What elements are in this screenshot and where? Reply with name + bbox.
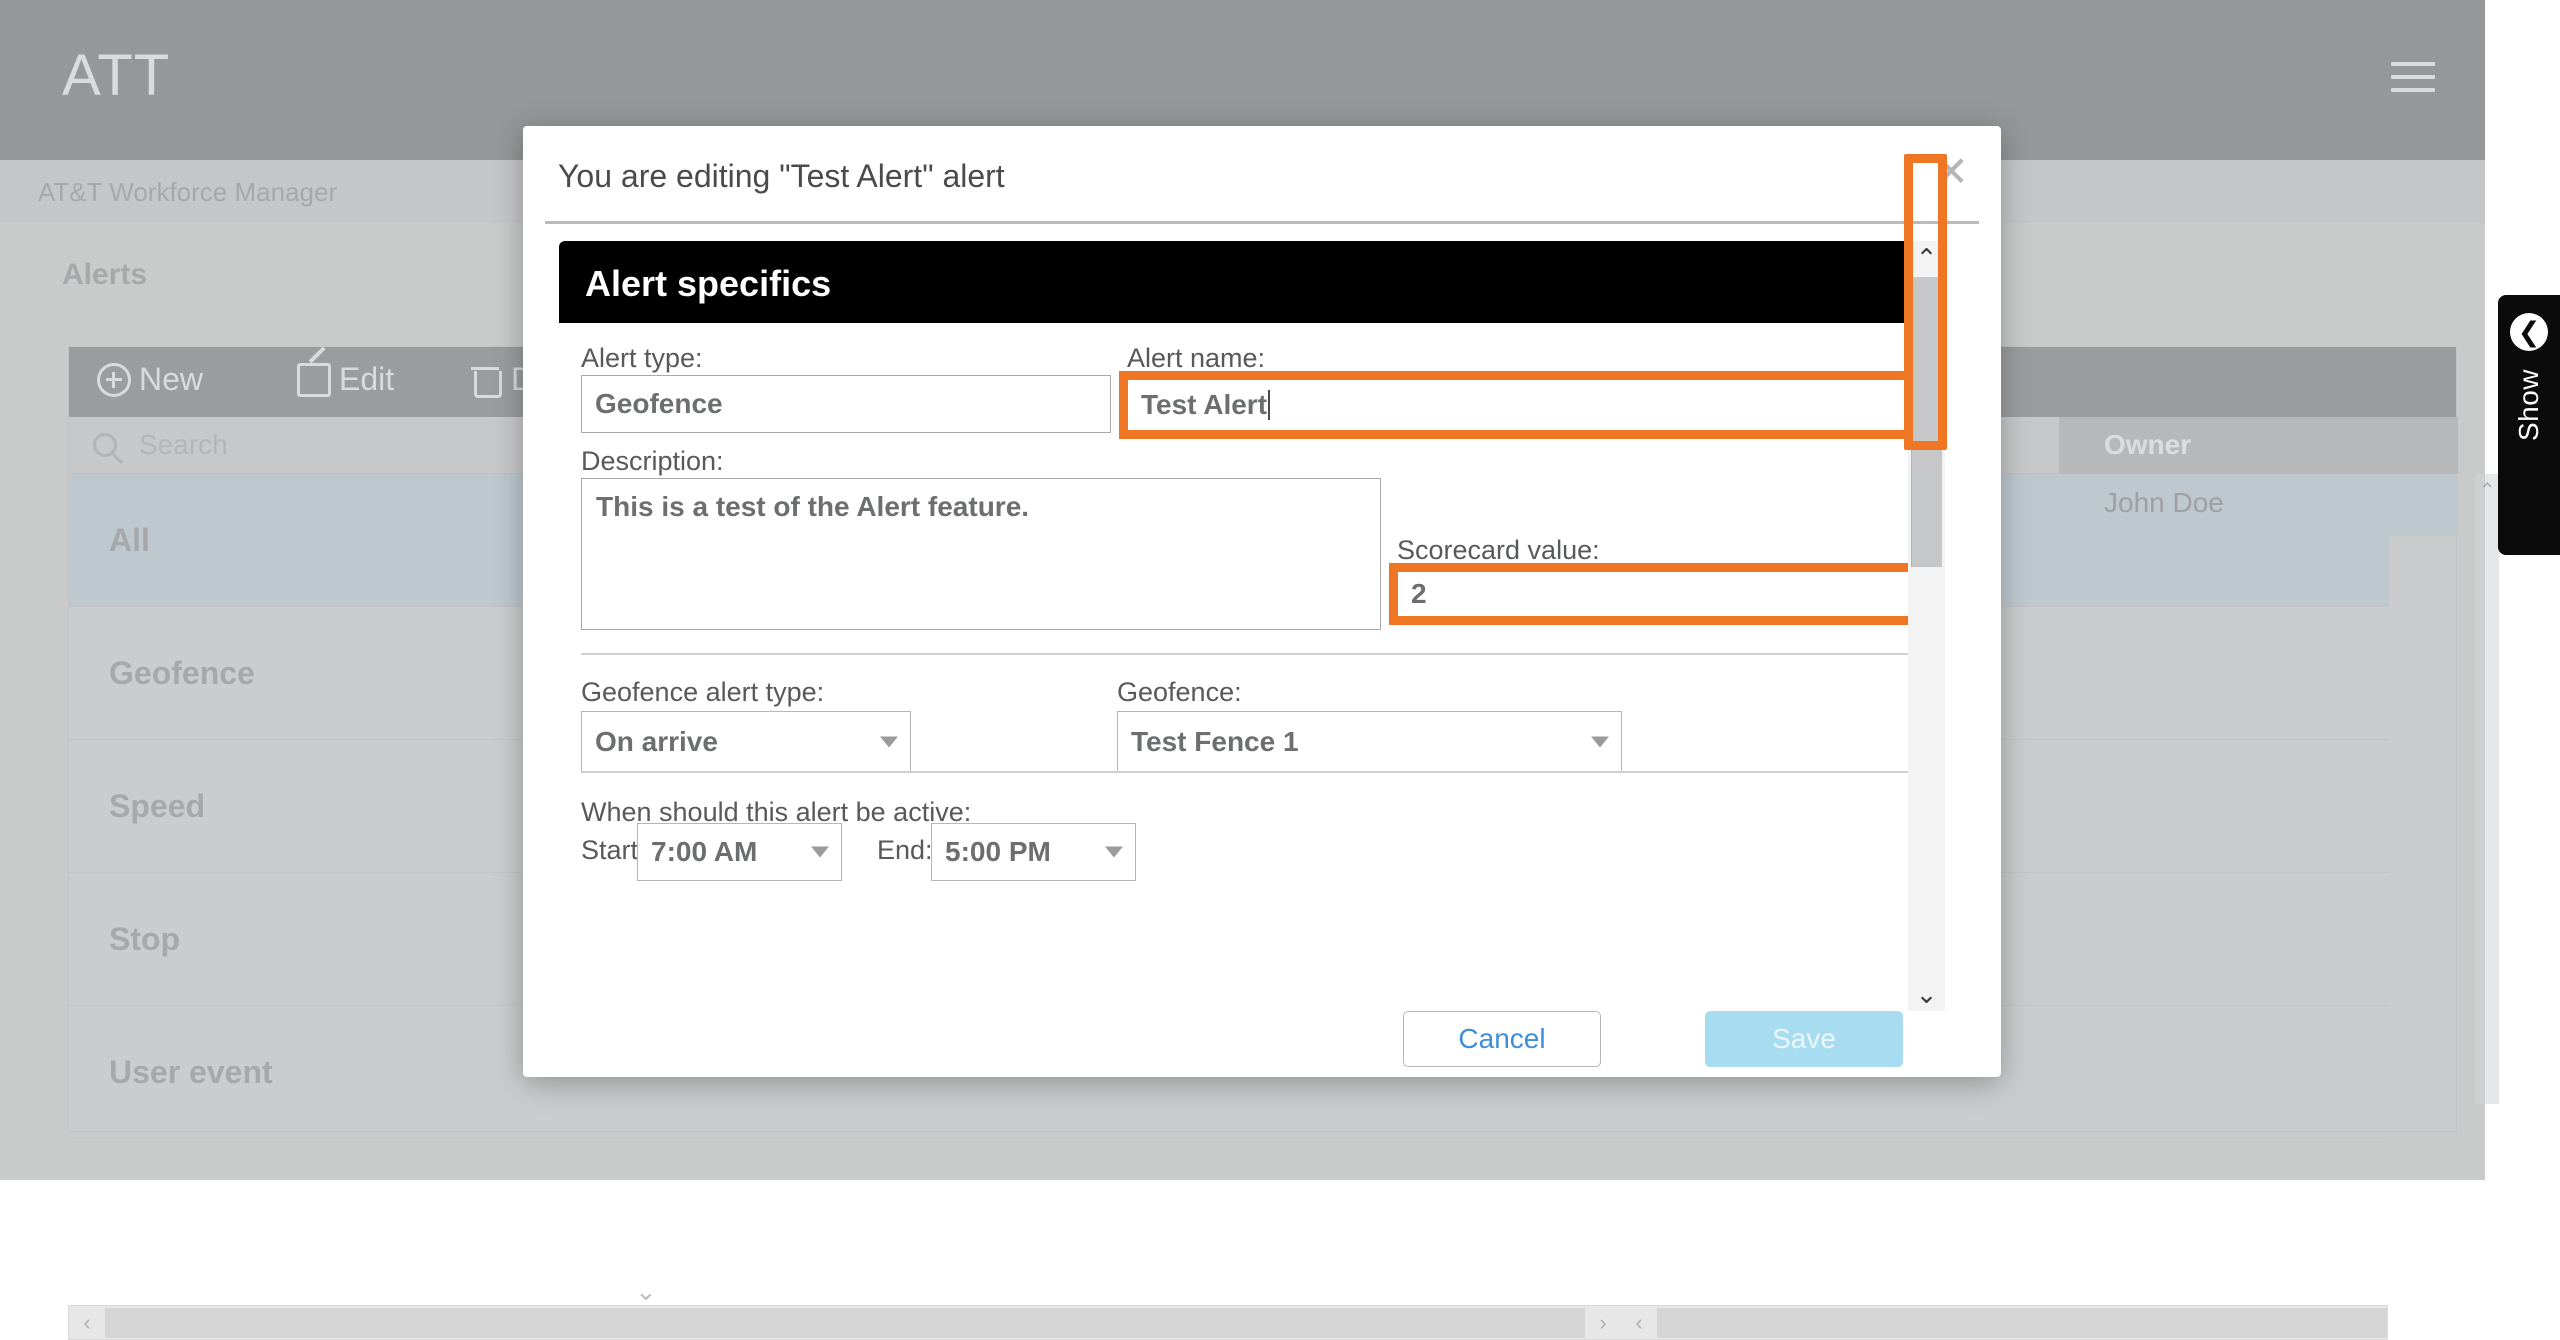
alert-type-input[interactable]: Geofence (581, 375, 1111, 433)
geofence-alert-type-select[interactable]: On arrive (581, 711, 911, 773)
scroll-right-arrow-icon[interactable]: › (1585, 1310, 1621, 1336)
plus-circle-icon (97, 362, 131, 397)
geofence-alert-type-label: Geofence alert type: (581, 677, 825, 707)
horizontal-scrollbar-thumb[interactable] (105, 1307, 1585, 1338)
alert-specifics-section-header: Alert specifics (559, 241, 1934, 323)
arrow-left-circle-icon: ❮ (2510, 313, 2548, 351)
sidebar-item-label: All (109, 521, 150, 558)
alert-type-label: Alert type: (581, 343, 703, 373)
sidebar-item-label: User event (109, 1053, 273, 1090)
modal-body: Alert specifics Alert type: Geofence Ale… (559, 241, 1965, 1011)
chevron-down-icon[interactable]: ⌄ (1908, 977, 1945, 1011)
sidebar-item-label: Geofence (109, 654, 255, 691)
modal-scrollbar-thumb[interactable] (1911, 277, 1942, 567)
sidebar-item-label: Speed (109, 787, 206, 824)
table-header-owner[interactable]: Owner (2059, 417, 2458, 474)
save-button[interactable]: Save (1705, 1011, 1903, 1067)
hamburger-menu-icon[interactable] (2391, 62, 2435, 92)
start-time-select[interactable]: 7:00 AM (637, 823, 842, 881)
chevron-down-icon (1591, 736, 1609, 748)
modal-title: You are editing "Test Alert" alert (558, 158, 1005, 194)
text-cursor (1268, 390, 1271, 420)
description-textarea[interactable]: This is a test of the Alert feature. (581, 478, 1381, 630)
geofence-alert-type-value: On arrive (595, 726, 718, 757)
alert-name-label: Alert name: (1127, 343, 1266, 373)
scroll-left-arrow-icon-2[interactable]: ‹ (1621, 1310, 1657, 1336)
start-time-label: Start: (581, 835, 646, 865)
chevron-down-icon[interactable]: ⌄ (635, 1276, 657, 1307)
close-icon[interactable]: ✕ (1934, 151, 1969, 193)
sidebar-item-label: Stop (109, 920, 181, 957)
edit-alert-modal: You are editing "Test Alert" alert ✕ Ale… (523, 126, 2001, 1077)
end-time-label: End: (877, 835, 933, 865)
description-label: Description: (581, 446, 724, 476)
modal-footer: Cancel Save (523, 1011, 2001, 1077)
end-time-value: 5:00 PM (945, 836, 1051, 867)
horizontal-scrollbar[interactable]: ‹ › ‹ (68, 1305, 2388, 1340)
table-row[interactable]: John Doe (2059, 474, 2458, 536)
form-divider-2 (581, 771, 1933, 773)
search-icon (93, 433, 117, 457)
alert-form: Alert type: Geofence Alert name: Test Al… (559, 323, 1934, 1011)
table-column-header: Owner (2104, 429, 2192, 460)
end-time-select[interactable]: 5:00 PM (931, 823, 1136, 881)
geofence-select[interactable]: Test Fence 1 (1117, 711, 1622, 773)
edit-button[interactable]: Edit (297, 361, 394, 398)
show-tab-label: Show (2513, 369, 2544, 442)
chevron-down-icon (811, 846, 829, 858)
chevron-down-icon (1105, 846, 1123, 858)
alert-name-input[interactable]: Test Alert (1128, 380, 1925, 430)
chevron-down-icon (880, 736, 898, 748)
scorecard-value-input[interactable]: 2 (1398, 572, 1925, 616)
chevron-up-icon[interactable]: ⌃ (2479, 478, 2496, 503)
page-title: Alerts (62, 258, 148, 291)
start-time-value: 7:00 AM (651, 836, 758, 867)
table-cell-owner: John Doe (2104, 487, 2224, 518)
alert-name-value: Test Alert (1141, 389, 1268, 420)
form-divider-1 (581, 653, 1933, 655)
geofence-value: Test Fence 1 (1131, 726, 1299, 757)
scorecard-value-highlight: 2 (1389, 563, 1934, 625)
app-subtitle: AT&T Workforce Manager (38, 177, 338, 207)
scroll-left-arrow-icon[interactable]: ‹ (69, 1310, 105, 1336)
app-brand-logo: ATT (62, 43, 171, 108)
modal-header-divider (545, 221, 1979, 224)
new-button[interactable]: New (97, 361, 203, 398)
edit-button-label: Edit (339, 361, 395, 397)
trash-icon (469, 363, 503, 398)
new-button-label: New (139, 361, 204, 397)
modal-vertical-scrollbar[interactable]: ⌃ ⌄ (1908, 241, 1945, 1011)
alert-name-highlight: Test Alert (1119, 371, 1934, 439)
show-panel-tab[interactable]: ❮ Show (2498, 295, 2560, 555)
search-input[interactable]: Search (139, 429, 228, 461)
list-vertical-scrollbar[interactable]: ⌃ (2475, 474, 2499, 1104)
geofence-label: Geofence: (1117, 677, 1242, 707)
cancel-button[interactable]: Cancel (1403, 1011, 1601, 1067)
scorecard-value-label: Scorecard value: (1397, 535, 1600, 565)
horizontal-scrollbar-thumb-2[interactable] (1657, 1307, 2387, 1338)
modal-header: You are editing "Test Alert" alert ✕ (523, 126, 2001, 224)
pencil-edit-icon (297, 362, 331, 397)
section-title: Alert specifics (585, 263, 832, 304)
chevron-up-icon[interactable]: ⌃ (1908, 241, 1945, 275)
